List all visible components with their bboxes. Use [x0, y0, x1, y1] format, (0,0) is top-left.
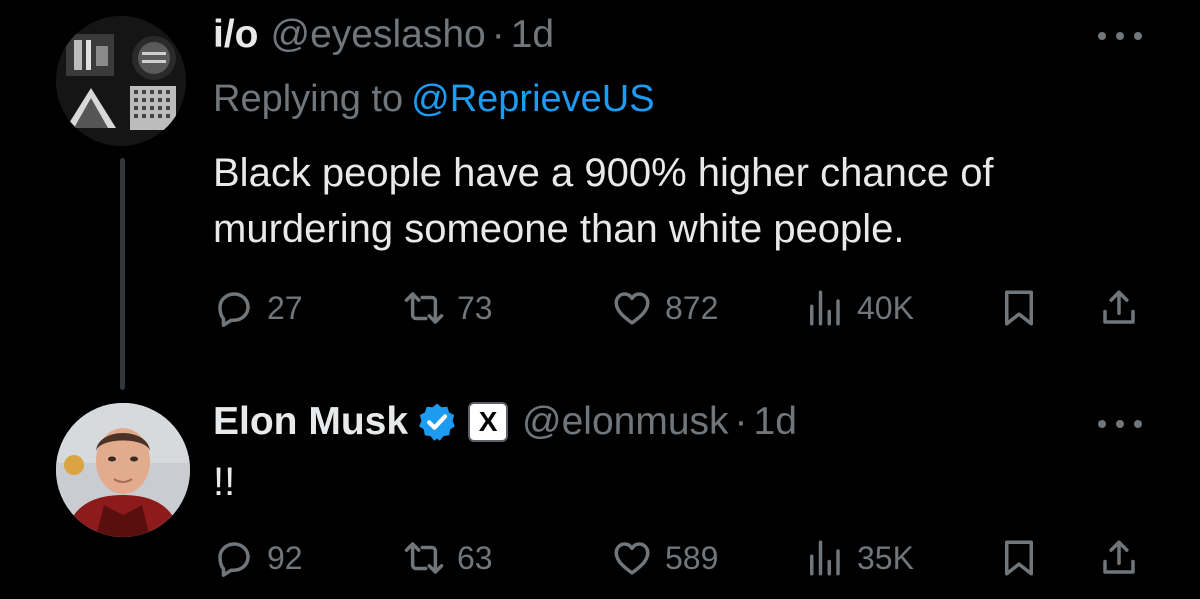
share-button[interactable] [1098, 283, 1140, 333]
bar-chart-icon [810, 540, 840, 576]
share-upload-icon [1103, 540, 1135, 574]
reply-count: 27 [267, 289, 303, 326]
like-button[interactable]: 589 [611, 533, 718, 583]
avatar[interactable] [56, 403, 190, 537]
avatar-image [56, 403, 190, 537]
speech-bubble-icon [218, 542, 250, 577]
dot [1116, 420, 1124, 428]
like-button[interactable]: 872 [611, 283, 718, 333]
share-button[interactable] [1098, 533, 1140, 583]
bar-chart-icon [810, 290, 840, 326]
timestamp[interactable]: 1d [511, 12, 554, 58]
replying-to-label: Replying to [213, 78, 404, 120]
repost-count: 73 [457, 289, 493, 326]
views-button[interactable]: 35K [803, 533, 914, 583]
heart-icon [614, 542, 650, 575]
tweet-text: Black people have a 900% higher chance o… [213, 151, 994, 251]
repost-count: 63 [457, 539, 493, 576]
avatar[interactable] [56, 16, 186, 146]
view-count: 40K [857, 289, 914, 326]
bookmark-button[interactable] [998, 533, 1040, 583]
heart-icon [614, 292, 650, 325]
tweet-action-bar: 27 73 872 40K [213, 283, 1148, 333]
avatar-image [56, 16, 186, 146]
tweet-header: Elon Musk X @elonmusk · 1d [213, 399, 797, 445]
tweet-action-bar: 92 63 589 35K [213, 533, 1148, 583]
affiliate-x-badge[interactable]: X [468, 402, 509, 442]
like-count: 589 [665, 539, 719, 576]
view-count: 35K [857, 539, 914, 576]
tweet-header: i/o @eyeslasho · 1d [213, 12, 554, 58]
reply-button[interactable]: 27 [213, 283, 303, 333]
more-options-button[interactable] [1098, 412, 1142, 436]
user-handle[interactable]: @eyeslasho [271, 12, 486, 58]
bookmark-icon [1005, 290, 1033, 326]
display-name[interactable]: i/o [213, 12, 259, 58]
verified-badge-icon[interactable] [416, 401, 458, 443]
dot [1134, 32, 1142, 40]
dot [1098, 420, 1106, 428]
repost-button[interactable]: 63 [403, 533, 493, 583]
user-handle[interactable]: @elonmusk [522, 399, 729, 445]
like-count: 872 [665, 289, 719, 326]
separator-dot: · [491, 13, 505, 56]
dot [1098, 32, 1106, 40]
bookmark-icon [1005, 540, 1033, 576]
more-options-button[interactable] [1098, 24, 1142, 48]
views-button[interactable]: 40K [803, 283, 914, 333]
share-upload-icon [1103, 290, 1135, 324]
replying-to-link[interactable]: @ReprieveUS [411, 78, 654, 120]
dot [1116, 32, 1124, 40]
tweet-text: !! [213, 460, 236, 504]
reply-count: 92 [267, 539, 303, 576]
display-name[interactable]: Elon Musk [213, 399, 408, 445]
dot [1134, 420, 1142, 428]
bookmark-button[interactable] [998, 283, 1040, 333]
reply-button[interactable]: 92 [213, 533, 303, 583]
repost-arrows-icon [404, 292, 444, 324]
repost-arrows-icon [404, 542, 444, 574]
separator-dot: · [734, 400, 748, 443]
replying-to-context: Replying to @ReprieveUS [213, 76, 655, 122]
repost-button[interactable]: 73 [403, 283, 493, 333]
speech-bubble-icon [218, 292, 250, 327]
thread-connector-line [120, 158, 125, 390]
timestamp[interactable]: 1d [754, 399, 797, 445]
